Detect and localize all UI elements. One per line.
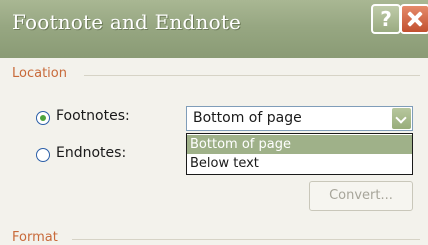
location-dropdown-list: Bottom of page Below text	[186, 133, 413, 175]
footnotes-radio[interactable]	[36, 111, 50, 125]
endnotes-label[interactable]: Endnotes:	[56, 145, 126, 161]
chevron-down-icon[interactable]	[392, 108, 411, 129]
location-group-label: Location	[12, 66, 67, 81]
help-button[interactable]: ?	[371, 4, 401, 34]
footnotes-location-select[interactable]: Bottom of page	[186, 106, 413, 131]
option-bottom-of-page[interactable]: Bottom of page	[187, 135, 412, 154]
option-below-text[interactable]: Below text	[187, 154, 412, 173]
location-divider	[84, 75, 420, 76]
format-group-label: Format	[12, 230, 58, 245]
footnotes-label[interactable]: Footnotes:	[56, 108, 130, 124]
convert-button[interactable]: Convert...	[309, 181, 413, 211]
window-title: Footnote and Endnote	[12, 10, 242, 34]
title-bar: Footnote and Endnote ?	[0, 0, 428, 58]
endnotes-radio[interactable]	[36, 148, 50, 162]
select-value: Bottom of page	[193, 110, 302, 126]
help-icon: ?	[380, 7, 392, 31]
close-button[interactable]	[400, 4, 428, 34]
radio-selected-dot	[40, 115, 46, 121]
